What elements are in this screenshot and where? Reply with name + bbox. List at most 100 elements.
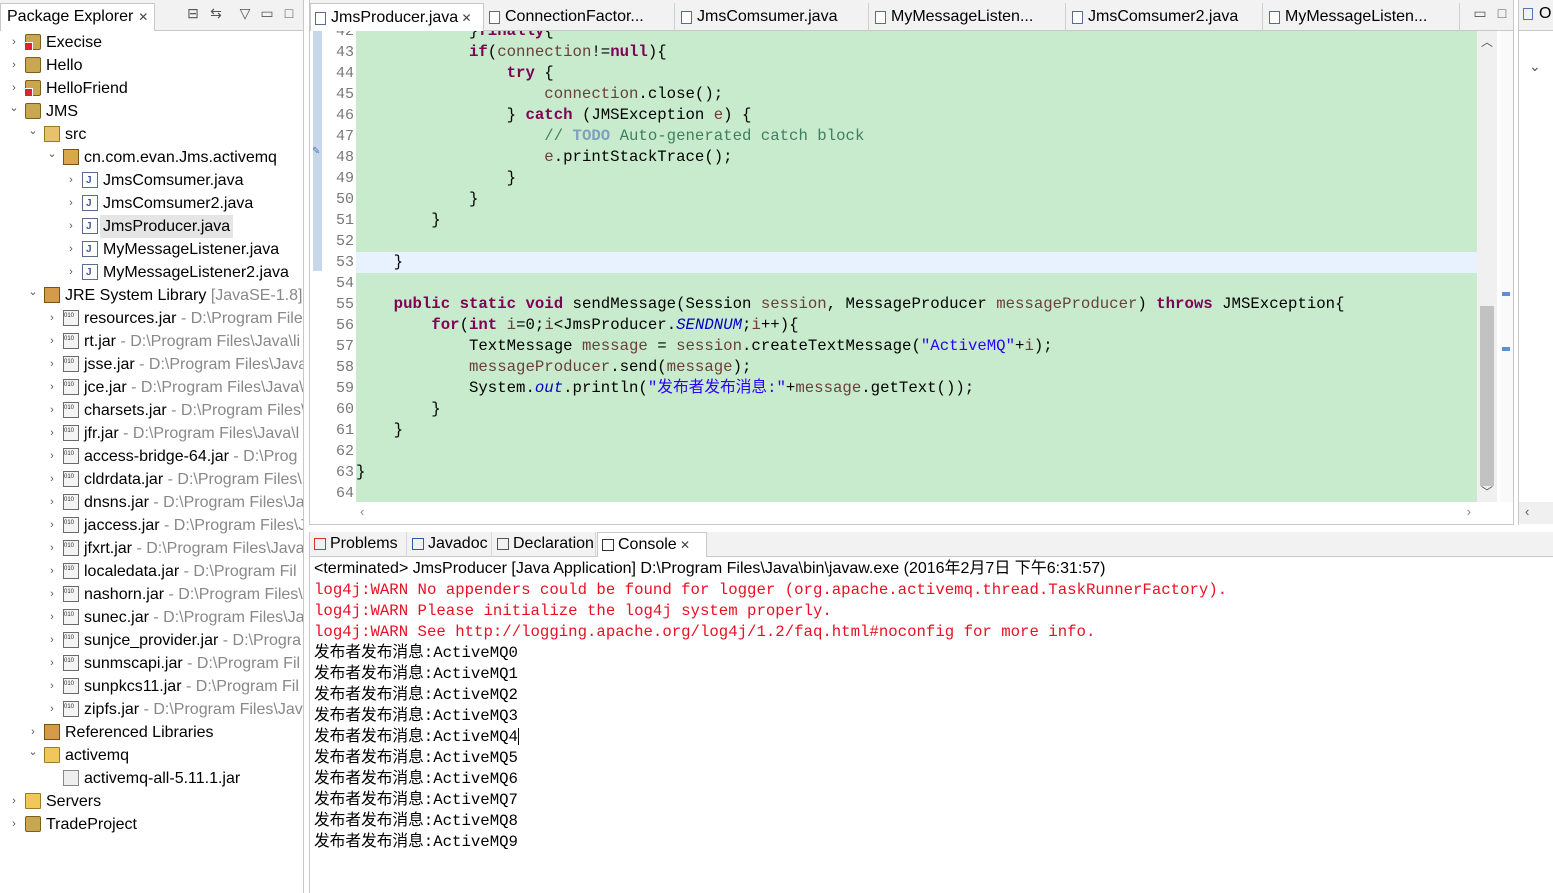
scrollbar-thumb[interactable] — [1480, 306, 1494, 486]
chevron-right-icon[interactable]: › — [46, 514, 58, 537]
package-explorer-tab[interactable]: Package Explorer ✕ — [0, 3, 156, 31]
chevron-right-icon[interactable]: › — [46, 307, 58, 330]
tree-item[interactable]: ⌄ JRE System Library [JavaSE-1.8] — [0, 284, 303, 307]
close-icon[interactable]: ✕ — [677, 538, 690, 552]
code-line[interactable]: } catch (JMSException e) { — [356, 105, 1477, 126]
tree-item[interactable]: › Referenced Libraries — [0, 721, 303, 744]
code-line[interactable]: System.out.println("发布者发布消息:"+message.ge… — [356, 378, 1477, 399]
tree-item[interactable]: › sunec.jar - D:\Program Files\Ja — [0, 606, 303, 629]
editor-tab[interactable]: MyMessageListen... — [871, 3, 1066, 31]
tree-item[interactable]: › access-bridge-64.jar - D:\Prog — [0, 445, 303, 468]
chevron-down-icon[interactable]: ⌄ — [1529, 58, 1541, 75]
code-line[interactable]: TextMessage message = session.createText… — [356, 336, 1477, 357]
scroll-right-icon[interactable]: › — [1467, 504, 1471, 519]
scroll-down-icon[interactable]: ﹀ — [1481, 483, 1493, 500]
chevron-right-icon[interactable]: › — [46, 491, 58, 514]
tree-item[interactable]: › zipfs.jar - D:\Program Files\Jav — [0, 698, 303, 721]
editor-tab[interactable]: JmsProducer.java ✕ — [310, 3, 484, 31]
code-line[interactable]: e.printStackTrace(); — [356, 147, 1477, 168]
editor-tab[interactable]: MyMessageListen... — [1265, 3, 1460, 31]
code-line[interactable]: // TODO Auto-generated catch block — [356, 126, 1477, 147]
tree-item[interactable]: › jfr.jar - D:\Program Files\Java\l — [0, 422, 303, 445]
editor-tab[interactable]: ConnectionFactor... — [485, 3, 675, 31]
chevron-right-icon[interactable]: › — [46, 583, 58, 606]
code-line[interactable]: } — [356, 399, 1477, 420]
console-tab-problems[interactable]: Problems — [310, 532, 407, 557]
code-line[interactable]: try { — [356, 63, 1477, 84]
outline-scrollbar[interactable]: ‹ — [1519, 502, 1553, 524]
code-line[interactable] — [356, 483, 1477, 502]
tree-item[interactable]: › dnsns.jar - D:\Program Files\Ja — [0, 491, 303, 514]
chevron-right-icon[interactable]: › — [46, 560, 58, 583]
tree-item[interactable]: › sunjce_provider.jar - D:\Progra — [0, 629, 303, 652]
chevron-right-icon[interactable]: › — [46, 330, 58, 353]
code-line[interactable]: } — [356, 189, 1477, 210]
close-icon[interactable]: ✕ — [458, 11, 472, 25]
tree-item[interactable]: › nashorn.jar - D:\Program Files\ — [0, 583, 303, 606]
tree-item[interactable]: › Servers — [0, 790, 303, 813]
editor-tab[interactable]: JmsComsumer.java — [677, 3, 869, 31]
tree-item[interactable]: ⌄ cn.com.evan.Jms.activemq — [0, 146, 303, 169]
overview-marker[interactable] — [1502, 347, 1510, 351]
chevron-right-icon[interactable]: › — [46, 675, 58, 698]
overview-marker[interactable] — [1502, 292, 1510, 296]
scroll-up-icon[interactable]: ︿ — [1481, 33, 1493, 50]
tree-item[interactable]: › rt.jar - D:\Program Files\Java\li — [0, 330, 303, 353]
outline-tab-label[interactable]: O — [1539, 5, 1551, 23]
code-line[interactable]: } — [356, 462, 1477, 483]
tree-item[interactable]: › cldrdata.jar - D:\Program Files\ — [0, 468, 303, 491]
tree-item[interactable]: activemq-all-5.11.1.jar — [0, 767, 303, 790]
maximize-icon[interactable]: □ — [1493, 5, 1511, 21]
chevron-down-icon[interactable]: ⌄ — [8, 97, 20, 120]
editor-horizontal-scrollbar[interactable]: ‹ › — [356, 502, 1477, 524]
tree-item[interactable]: › MyMessageListener2.java — [0, 261, 303, 284]
tree-item[interactable]: › Hello — [0, 54, 303, 77]
tree-item[interactable]: › HelloFriend — [0, 77, 303, 100]
chevron-down-icon[interactable]: ⌄ — [27, 120, 39, 143]
code-line[interactable]: messageProducer.send(message); — [356, 357, 1477, 378]
console-tab-console[interactable]: Console ✕ — [597, 532, 707, 557]
tree-item[interactable]: ⌄ JMS — [0, 100, 303, 123]
console-tab-javadoc[interactable]: Javadoc — [408, 532, 492, 557]
chevron-right-icon[interactable]: › — [8, 813, 20, 836]
tree-item[interactable]: › jfxrt.jar - D:\Program Files\Java — [0, 537, 303, 560]
tree-item[interactable]: › jaccess.jar - D:\Program Files\J — [0, 514, 303, 537]
chevron-right-icon[interactable]: › — [8, 31, 20, 54]
tree-item[interactable]: › resources.jar - D:\Program Files — [0, 307, 303, 330]
link-with-editor-icon[interactable]: ⇆ — [207, 5, 225, 22]
chevron-right-icon[interactable]: › — [46, 652, 58, 675]
chevron-down-icon[interactable]: ⌄ — [46, 143, 58, 166]
chevron-down-icon[interactable]: ⌄ — [27, 741, 39, 764]
chevron-right-icon[interactable]: › — [65, 192, 77, 215]
console-tab-declaration[interactable]: Declaration — [493, 532, 596, 557]
scroll-left-icon[interactable]: ‹ — [360, 504, 364, 519]
code-line[interactable]: } — [356, 168, 1477, 189]
chevron-right-icon[interactable]: › — [46, 629, 58, 652]
tree-item[interactable]: › TradeProject — [0, 813, 303, 836]
code-line[interactable] — [356, 273, 1477, 294]
tree-item[interactable]: › charsets.jar - D:\Program Files\ — [0, 399, 303, 422]
code-line[interactable]: for(int i=0;i<JmsProducer.SENDNUM;i++){ — [356, 315, 1477, 336]
code-line[interactable]: if(connection!=null){ — [356, 42, 1477, 63]
chevron-right-icon[interactable]: › — [46, 376, 58, 399]
tree-item[interactable]: › sunpkcs11.jar - D:\Program Fil — [0, 675, 303, 698]
tree-item[interactable]: › jce.jar - D:\Program Files\Java\ — [0, 376, 303, 399]
editor-vertical-scrollbar[interactable]: ︿ ﹀ — [1477, 31, 1497, 502]
code-line[interactable]: } — [356, 420, 1477, 441]
code-line[interactable]: } — [356, 252, 1477, 273]
chevron-right-icon[interactable]: › — [65, 261, 77, 284]
code-line[interactable] — [356, 441, 1477, 462]
chevron-right-icon[interactable]: › — [46, 353, 58, 376]
code-line[interactable]: public static void sendMessage(Session s… — [356, 294, 1477, 315]
close-icon[interactable]: ✕ — [138, 10, 148, 24]
chevron-right-icon[interactable]: › — [46, 422, 58, 445]
tree-item[interactable]: › Execise — [0, 31, 303, 54]
chevron-right-icon[interactable]: › — [46, 606, 58, 629]
chevron-right-icon[interactable]: › — [8, 790, 20, 813]
maximize-icon[interactable]: □ — [280, 5, 298, 21]
chevron-right-icon[interactable]: › — [46, 537, 58, 560]
collapse-all-icon[interactable]: ⊟ — [184, 5, 202, 22]
code-line[interactable] — [356, 231, 1477, 252]
chevron-right-icon[interactable]: › — [46, 399, 58, 422]
minimize-icon[interactable]: ▭ — [258, 5, 276, 22]
